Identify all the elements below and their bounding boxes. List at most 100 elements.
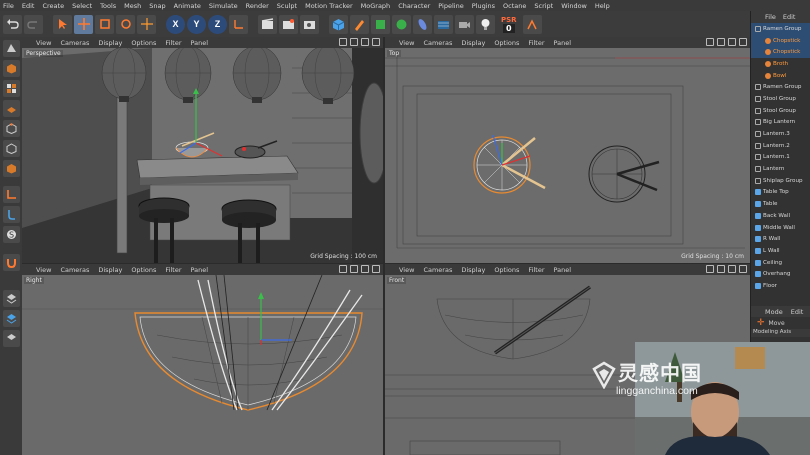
viewport-menu-panel[interactable]: Panel [191, 39, 209, 47]
object-row[interactable]: Overhang [751, 268, 810, 280]
object-manager-menu-edit[interactable]: Edit [783, 13, 796, 21]
rotate-view-icon[interactable] [361, 265, 369, 273]
object-row[interactable]: Table [751, 198, 810, 210]
viewport-perspective[interactable]: View Cameras Display Options Filter Pane… [22, 37, 383, 263]
object-manager-menu-file[interactable]: File [765, 13, 776, 21]
solo-icon[interactable] [2, 330, 20, 347]
model-mode-icon[interactable] [2, 60, 20, 77]
attribute-tab[interactable]: Modeling Axis [751, 329, 810, 337]
viewport-nav-icons[interactable] [706, 38, 747, 46]
viewport-menu-cameras[interactable]: Cameras [60, 266, 89, 274]
scale-icon[interactable] [95, 14, 114, 34]
viewport-nav-icons[interactable] [339, 265, 380, 273]
viewport-menu-view[interactable]: View [36, 39, 51, 47]
rotate-icon[interactable] [116, 14, 135, 34]
viewport-menu-cameras[interactable]: Cameras [423, 266, 452, 274]
viewport-nav-icons[interactable] [339, 38, 380, 46]
axis-mode-icon[interactable] [2, 186, 20, 203]
make-editable-icon[interactable] [2, 40, 20, 57]
maximize-view-icon[interactable] [372, 265, 380, 273]
move-view-icon[interactable] [706, 38, 714, 46]
object-row[interactable]: Lantern.2 [751, 140, 810, 152]
move-view-icon[interactable] [706, 265, 714, 273]
menu-file[interactable]: File [3, 2, 14, 10]
viewport-menu-panel[interactable]: Panel [554, 39, 572, 47]
rotate-view-icon[interactable] [728, 265, 736, 273]
menu-select[interactable]: Select [72, 2, 92, 10]
axis-z-icon[interactable]: Z [208, 14, 227, 34]
viewport-menu-view[interactable]: View [399, 266, 414, 274]
object-row[interactable]: Lantern.1 [751, 152, 810, 164]
menu-snap[interactable]: Snap [149, 2, 165, 10]
snap-icon[interactable] [522, 14, 542, 34]
cube-icon[interactable] [329, 14, 348, 34]
move-icon[interactable] [74, 14, 93, 34]
layer-browser-icon[interactable] [2, 290, 20, 307]
object-row[interactable]: Chopstick [751, 34, 810, 47]
viewport-menu-options[interactable]: Options [131, 39, 156, 47]
object-row[interactable]: Chopstick [751, 46, 810, 59]
edges-mode-icon[interactable] [2, 140, 20, 157]
tweak-mode-icon[interactable] [2, 206, 20, 223]
viewport-menu-display[interactable]: Display [98, 39, 122, 47]
maximize-view-icon[interactable] [739, 38, 747, 46]
render-picture-viewer-icon[interactable] [279, 14, 298, 34]
zoom-view-icon[interactable] [350, 265, 358, 273]
maximize-view-icon[interactable] [739, 265, 747, 273]
object-row[interactable]: Stool Group [751, 105, 810, 117]
object-row[interactable]: L Wall [751, 245, 810, 257]
coordinate-system-icon[interactable] [229, 14, 248, 34]
attribute-menu-mode[interactable]: Mode [765, 308, 783, 316]
object-row[interactable]: Floor [751, 280, 810, 292]
viewport-menu-options[interactable]: Options [494, 39, 519, 47]
object-row[interactable]: Broth [751, 58, 810, 70]
viewport-menu-options[interactable]: Options [494, 266, 519, 274]
viewport-menu-filter[interactable]: Filter [165, 39, 181, 47]
object-row[interactable]: R Wall [751, 233, 810, 245]
viewport-top[interactable]: View Cameras Display Options Filter Pane… [385, 37, 750, 263]
menu-plugins[interactable]: Plugins [472, 2, 495, 10]
zoom-view-icon[interactable] [350, 38, 358, 46]
menu-motion-tracker[interactable]: Motion Tracker [305, 2, 353, 10]
viewport-menu-panel[interactable]: Panel [554, 266, 572, 274]
menu-create[interactable]: Create [42, 2, 64, 10]
viewport-nav-icons[interactable] [706, 265, 747, 273]
workplane-icon[interactable] [2, 100, 20, 117]
object-row[interactable]: Middle Wall [751, 222, 810, 234]
snapping-icon[interactable]: S [2, 226, 20, 243]
camera-icon[interactable] [455, 14, 474, 34]
menu-simulate[interactable]: Simulate [209, 2, 238, 10]
viewport-menu-filter[interactable]: Filter [528, 39, 544, 47]
light-icon[interactable] [476, 14, 495, 34]
subdivision-icon[interactable] [371, 14, 390, 34]
move-view-icon[interactable] [339, 38, 347, 46]
pen-icon[interactable] [350, 14, 369, 34]
object-row[interactable]: Bowl [751, 70, 810, 82]
object-row[interactable]: Ramen Group [751, 23, 810, 35]
object-row[interactable]: Shiplap Group [751, 175, 810, 187]
viewport-menu-filter[interactable]: Filter [528, 266, 544, 274]
menu-script[interactable]: Script [534, 2, 553, 10]
menu-help[interactable]: Help [595, 2, 610, 10]
viewport-menu-display[interactable]: Display [461, 39, 485, 47]
live-select-icon[interactable] [137, 14, 156, 34]
zoom-view-icon[interactable] [717, 265, 725, 273]
viewport-menu-cameras[interactable]: Cameras [60, 39, 89, 47]
menu-sculpt[interactable]: Sculpt [277, 2, 297, 10]
rotate-view-icon[interactable] [728, 38, 736, 46]
viewport-right[interactable]: View Cameras Display Options Filter Pane… [22, 264, 383, 455]
axis-x-icon[interactable]: X [166, 14, 185, 34]
move-view-icon[interactable] [339, 265, 347, 273]
viewport-menu-filter[interactable]: Filter [165, 266, 181, 274]
viewport-menu-display[interactable]: Display [98, 266, 122, 274]
menu-tools[interactable]: Tools [100, 2, 116, 10]
redo-icon[interactable] [24, 14, 43, 34]
deformer-icon[interactable] [413, 14, 432, 34]
viewport-menu-display[interactable]: Display [461, 266, 485, 274]
object-row[interactable]: Stool Group [751, 93, 810, 105]
viewport-menu-view[interactable]: View [399, 39, 414, 47]
layer-manager-icon[interactable] [2, 310, 20, 327]
viewport-menu-options[interactable]: Options [131, 266, 156, 274]
active-tool-row[interactable]: ✛ Move [751, 317, 810, 329]
viewport-menu-panel[interactable]: Panel [191, 266, 209, 274]
